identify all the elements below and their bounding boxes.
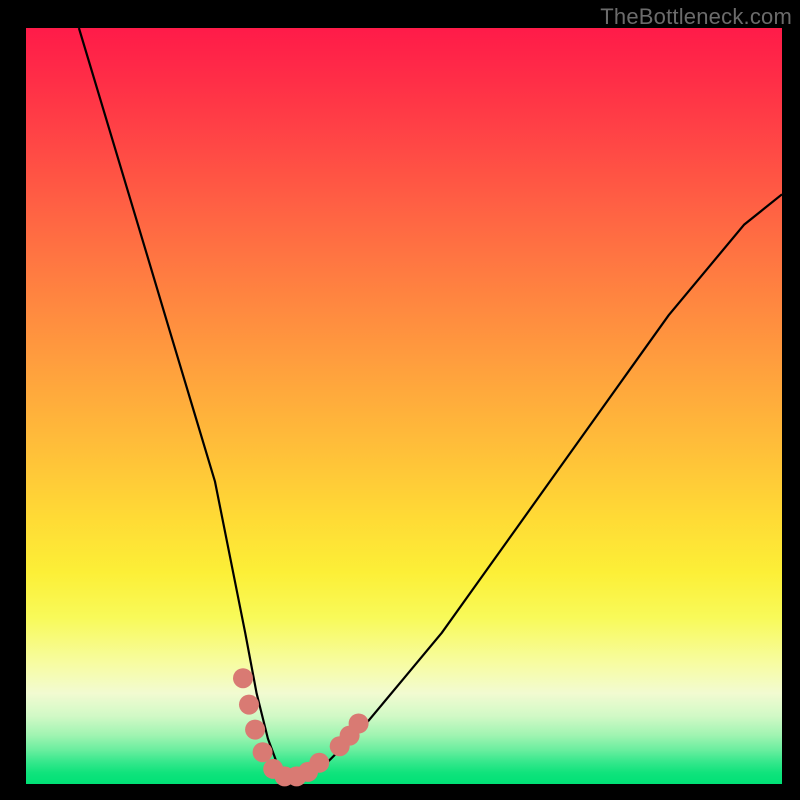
plot-area: [26, 28, 782, 784]
marker: [245, 720, 265, 740]
marker: [349, 714, 369, 734]
chart-frame: TheBottleneck.com: [0, 0, 800, 800]
markers: [233, 668, 369, 786]
chart-svg: [26, 28, 782, 784]
bottleneck-curve: [79, 28, 782, 776]
marker: [309, 753, 329, 773]
marker: [239, 695, 259, 715]
marker: [253, 742, 273, 762]
marker: [233, 668, 253, 688]
watermark-text: TheBottleneck.com: [600, 4, 792, 30]
